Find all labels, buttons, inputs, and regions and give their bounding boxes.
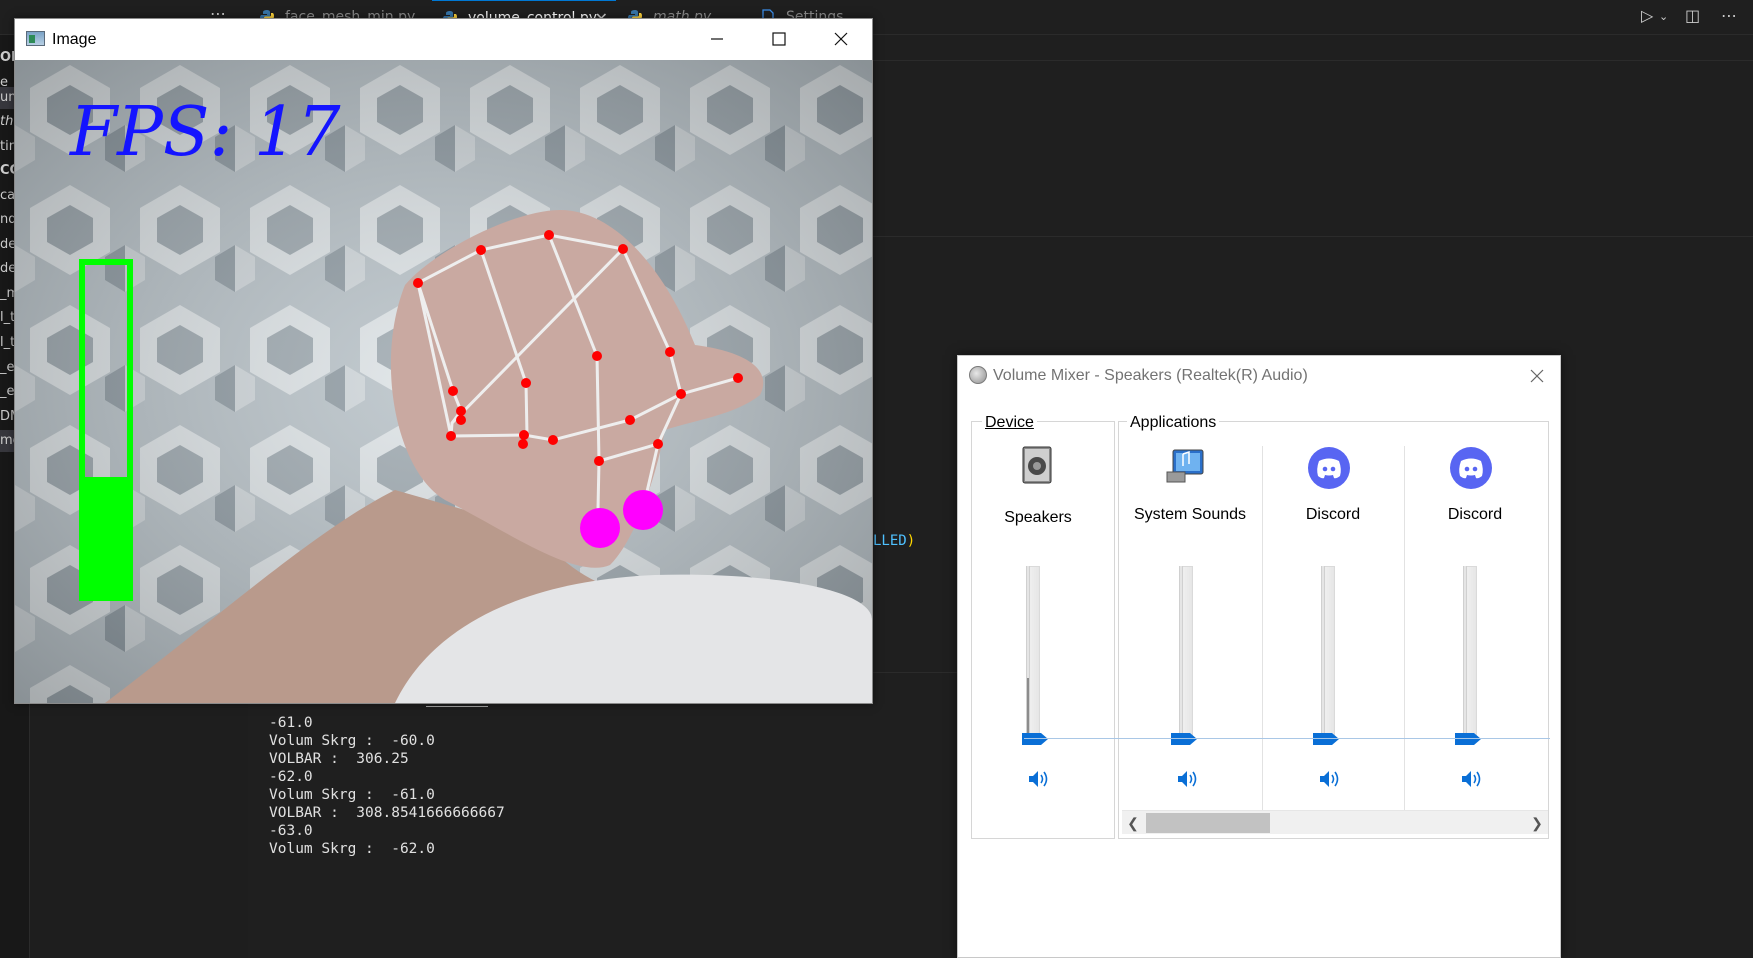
close-icon [1530, 369, 1544, 383]
fingertip-marker [580, 508, 620, 548]
mute-speaker-icon[interactable] [1318, 768, 1342, 790]
code-paren: ) [906, 533, 916, 549]
terminal-output: -61.0 Volum Skrg : -60.0 VOLBAR : 306.25 -6… [269, 714, 505, 858]
app-column-discord: Discord [1405, 441, 1545, 841]
image-app-icon [26, 31, 45, 46]
fingertip-marker [623, 490, 663, 530]
app-column-system-sounds: System Sounds [1120, 441, 1260, 841]
scrollbar-thumb[interactable] [1146, 813, 1270, 833]
mute-speaker-icon[interactable] [1460, 768, 1484, 790]
device-name: Speakers [1004, 509, 1072, 526]
camera-feed: FPS: 17 [15, 60, 872, 703]
volume-level-line [1024, 738, 1550, 739]
window-title: Image [52, 31, 97, 48]
discord-icon [1308, 447, 1350, 489]
volume-slider-track[interactable] [1321, 566, 1325, 742]
applications-group-label: Applications [1127, 414, 1220, 432]
terminal-line: Volum Skrg : -62.0 [269, 841, 435, 857]
horizontal-scrollbar[interactable]: ❮ ❯ [1122, 810, 1548, 834]
image-window-titlebar[interactable]: Image [15, 19, 872, 60]
close-icon [834, 32, 848, 46]
maximize-icon [772, 32, 786, 46]
volume-slider-thumb[interactable] [1170, 732, 1198, 746]
terminal-line: VOLBAR : 306.25 [269, 751, 409, 767]
mute-speaker-icon[interactable] [1176, 768, 1200, 790]
system-sounds-icon [1166, 449, 1204, 483]
scroll-left-icon[interactable]: ❮ [1124, 811, 1142, 835]
app-name: Discord [1447, 506, 1503, 523]
terminal-line: Volum Skrg : -61.0 [269, 787, 435, 803]
terminal-line: VOLBAR : 308.8541666666667 [269, 805, 505, 821]
volume-slider-track[interactable] [1179, 566, 1183, 742]
minimize-button[interactable] [686, 19, 748, 60]
close-button[interactable] [810, 19, 872, 60]
volume-slider-thumb[interactable] [1021, 732, 1049, 746]
editor-actions: ▷ ⌄ ◫ ⋯ [1633, 0, 1753, 35]
editor-divider [873, 60, 1753, 61]
close-button[interactable] [1522, 360, 1552, 392]
window-title: Volume Mixer - Speakers (Realtek(R) Audi… [993, 367, 1308, 384]
chevron-down-icon[interactable]: ⌄ [1659, 10, 1668, 23]
image-window: Image FPS: 17 [14, 18, 873, 704]
discord-icon [1450, 447, 1492, 489]
volume-mixer-app-icon [969, 366, 987, 384]
volume-slider-track[interactable] [1463, 566, 1467, 742]
camera-frame-svg: FPS: 17 [15, 60, 872, 703]
terminal-line: -63.0 [269, 823, 313, 839]
speaker-device-icon [1022, 446, 1052, 484]
more-actions-icon[interactable]: ⋯ [1721, 6, 1737, 25]
volume-slider-thumb[interactable] [1454, 732, 1482, 746]
run-icon[interactable]: ▷ [1641, 6, 1653, 25]
app-name: Discord [1305, 506, 1361, 523]
minimize-icon [711, 38, 723, 40]
scroll-right-icon[interactable]: ❯ [1528, 811, 1546, 835]
mute-speaker-icon[interactable] [1027, 768, 1051, 790]
split-editor-icon[interactable]: ◫ [1685, 6, 1700, 25]
terminal-line: Volum Skrg : -60.0 [269, 733, 435, 749]
terminal-tab-indicator [426, 706, 488, 707]
terminal-line: -62.0 [269, 769, 313, 785]
volume-slider-track[interactable] [1026, 566, 1030, 742]
volume-bar-fill [82, 477, 130, 598]
code-text: LLED [873, 533, 907, 549]
volume-mixer-window: Volume Mixer - Speakers (Realtek(R) Audi… [957, 355, 1561, 958]
editor-divider [873, 236, 1753, 237]
app-name: System Sounds [1133, 506, 1247, 523]
code-fragment: LLED) [873, 533, 915, 549]
maximize-button[interactable] [748, 19, 810, 60]
app-column-discord: Discord [1263, 441, 1403, 841]
terminal-line: -61.0 [269, 715, 313, 731]
fps-counter: FPS: 17 [68, 93, 341, 172]
device-column-speakers: Speakers [973, 441, 1103, 841]
device-group-label: Device [982, 414, 1037, 432]
volume-slider-thumb[interactable] [1312, 732, 1340, 746]
